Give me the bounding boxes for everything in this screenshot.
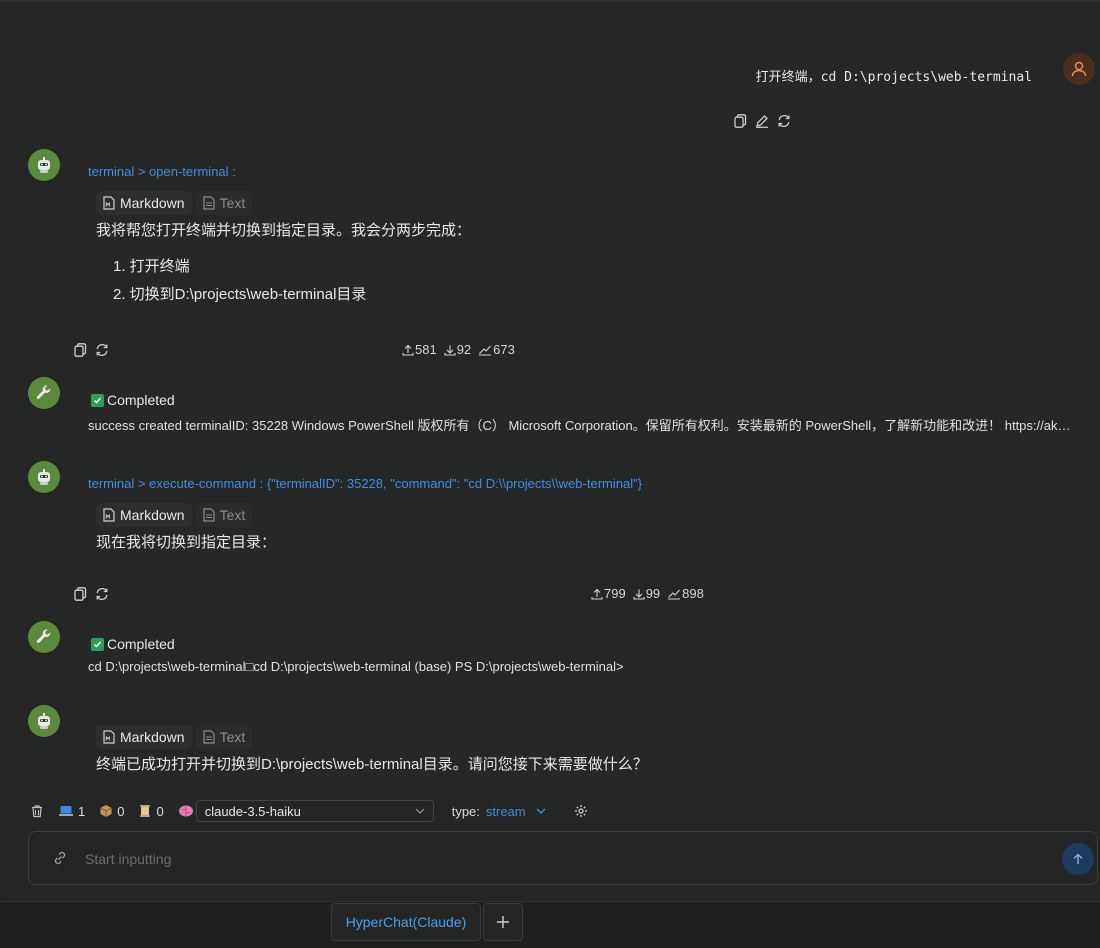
token-stats: 799 99 898 <box>591 586 704 601</box>
format-tabs: Markdown Text <box>96 503 253 527</box>
message-content: 终端已成功打开并切换到D:\projects\web-terminal目录。请问… <box>96 756 648 773</box>
edit-icon[interactable] <box>755 114 769 128</box>
text-tab[interactable]: Text <box>195 191 253 215</box>
tool-avatar-icon <box>28 377 60 409</box>
copy-icon[interactable] <box>73 343 87 357</box>
arrow-up-icon <box>1073 853 1083 864</box>
input-tokens: 799 <box>604 586 626 601</box>
tool-result-card <box>80 625 690 685</box>
laptop-icon <box>59 806 73 816</box>
bottom-tab-bar <box>0 901 1100 948</box>
markdown-file-icon <box>103 730 115 744</box>
upload-icon <box>591 588 603 600</box>
download-icon <box>444 345 456 356</box>
copy-icon[interactable] <box>733 114 747 128</box>
input-tokens: 581 <box>415 342 437 357</box>
chat-toolbar: 1 0 0 claude-3.5-haiku type: stream <box>30 799 602 823</box>
steps-list: 1. 打开终端 2. 切换到D:\projects\web-terminal目录 <box>113 253 366 309</box>
tool-result-text: cd D:\projects\web-terminal□cd D:\projec… <box>88 659 624 674</box>
list-item: 2. 切换到D:\projects\web-terminal目录 <box>113 286 367 303</box>
text-file-icon <box>202 196 215 210</box>
regenerate-icon[interactable] <box>95 587 109 601</box>
settings-button[interactable] <box>574 804 588 818</box>
check-icon <box>91 393 104 407</box>
trash-icon <box>32 805 42 818</box>
plus-icon <box>497 916 509 928</box>
message-content: 我将帮您打开终端并切换到指定目录。我会分两步完成： <box>96 222 472 239</box>
gear-icon <box>574 805 587 817</box>
tool-call-title[interactable]: terminal > open-terminal : <box>88 164 236 179</box>
brain-icon <box>178 805 193 817</box>
text-file-icon <box>202 508 215 522</box>
markdown-tab[interactable]: Markdown <box>96 191 192 215</box>
token-stats: 581 92 673 <box>402 342 515 357</box>
markdown-file-icon <box>103 196 115 210</box>
bot-avatar-icon <box>28 705 60 737</box>
total-tokens: 673 <box>493 342 515 357</box>
package-icon <box>100 805 112 817</box>
markdown-tab[interactable]: Markdown <box>96 725 192 749</box>
bot-avatar-icon <box>28 149 60 181</box>
download-icon <box>633 589 645 600</box>
text-tab[interactable]: Text <box>195 503 253 527</box>
package-count-button[interactable]: 0 <box>99 804 124 819</box>
attach-link-icon[interactable] <box>53 851 67 868</box>
user-message-actions <box>733 114 791 128</box>
scroll-count-button[interactable]: 0 <box>138 804 164 819</box>
bot-avatar-icon <box>28 461 60 493</box>
type-label: type: <box>451 803 480 819</box>
assistant-message-actions <box>73 587 109 601</box>
model-select[interactable]: claude-3.5-haiku <box>195 800 434 822</box>
scroll-icon <box>140 805 151 817</box>
output-tokens: 99 <box>645 586 661 601</box>
output-tokens: 92 <box>456 342 472 357</box>
chevron-down-icon <box>536 808 546 814</box>
chevron-down-icon <box>415 808 425 814</box>
upload-icon <box>402 344 414 356</box>
user-message-bubble: 打开终端，cd D:\projects\web-terminal <box>733 50 1054 100</box>
chart-line-icon <box>668 589 681 600</box>
terminal-count-button[interactable]: 1 <box>58 804 85 819</box>
text-file-icon <box>202 730 215 744</box>
total-tokens: 898 <box>682 586 704 601</box>
check-icon <box>91 637 104 651</box>
tool-call-title[interactable]: terminal > execute-command : {"terminalI… <box>88 476 642 491</box>
markdown-tab[interactable]: Markdown <box>96 503 192 527</box>
type-select[interactable]: stream <box>486 804 546 819</box>
text-tab[interactable]: Text <box>195 725 253 749</box>
user-avatar-icon <box>1063 53 1095 85</box>
format-tabs: Markdown Text <box>96 191 253 215</box>
completed-status: Completed <box>91 392 175 408</box>
add-tab-button[interactable] <box>483 903 523 941</box>
markdown-file-icon <box>103 508 115 522</box>
copy-icon[interactable] <box>73 587 87 601</box>
format-tabs: Markdown Text <box>96 725 253 749</box>
completed-status: Completed <box>91 636 175 652</box>
tab-hyperchat[interactable]: HyperChat(Claude) <box>331 903 481 941</box>
clear-chat-button[interactable] <box>30 804 44 818</box>
regenerate-icon[interactable] <box>95 343 109 357</box>
message-content: 现在我将切换到指定目录： <box>96 534 277 551</box>
chat-input[interactable] <box>83 848 987 870</box>
tool-avatar-icon <box>28 621 60 653</box>
chat-input-box <box>28 831 1098 885</box>
chart-line-icon <box>479 345 492 356</box>
send-button[interactable] <box>1062 843 1094 875</box>
user-message-text: 打开终端，cd D:\projects\web-terminal <box>755 69 1032 85</box>
regenerate-icon[interactable] <box>777 114 791 128</box>
tool-result-text: success created terminalID: 35228 Window… <box>88 418 1072 433</box>
assistant-message-actions <box>73 343 109 357</box>
list-item: 1. 打开终端 <box>113 258 190 275</box>
